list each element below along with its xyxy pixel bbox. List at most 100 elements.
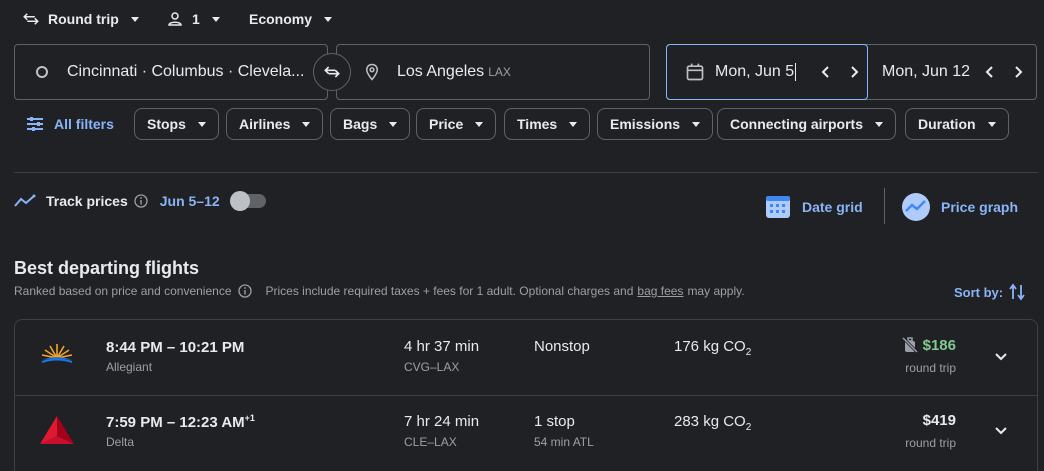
airline-name: Allegiant bbox=[106, 360, 153, 374]
track-prices-row: Track prices Jun 5–12 bbox=[14, 190, 266, 212]
section-title: Best departing flights bbox=[14, 258, 200, 278]
origin-field[interactable]: Cincinnati · Columbus · Clevela... bbox=[14, 44, 328, 100]
depart-date-text: Mon, Jun 5 bbox=[715, 63, 797, 81]
filter-chip-label: Price bbox=[429, 116, 464, 132]
emissions-value: 176 kg CO bbox=[674, 338, 746, 355]
caret-down-icon bbox=[987, 121, 996, 127]
destination-text: Los Angeles bbox=[397, 63, 485, 80]
price-graph-icon bbox=[901, 192, 931, 222]
stop-detail: 54 min ATL bbox=[534, 435, 594, 449]
depart-next-button[interactable] bbox=[842, 60, 866, 84]
sort-by-button[interactable]: Sort by: bbox=[954, 283, 1025, 301]
filter-chip-label: Stops bbox=[147, 116, 186, 132]
info-icon[interactable] bbox=[237, 284, 252, 298]
caret-down-icon bbox=[324, 16, 333, 22]
bag-fees-link[interactable]: bag fees bbox=[637, 284, 683, 298]
track-prices-label: Track prices bbox=[46, 193, 128, 209]
toggle-knob bbox=[229, 191, 250, 211]
flight-time: 8:44 PM – 10:21 PM bbox=[106, 338, 244, 356]
filter-chip-price[interactable]: Price bbox=[416, 108, 497, 140]
filter-chip-bags[interactable]: Bags bbox=[330, 108, 411, 140]
destination-code: LAX bbox=[488, 65, 511, 79]
trend-line-icon bbox=[14, 194, 36, 208]
emissions-subscript: 2 bbox=[745, 347, 752, 358]
filter-chip-label: Duration bbox=[918, 116, 976, 132]
caret-down-icon bbox=[569, 121, 578, 127]
chevron-right-icon bbox=[851, 66, 859, 78]
flight-row-allegiant[interactable] bbox=[14, 320, 1038, 395]
filter-sliders-icon bbox=[26, 116, 44, 132]
flight-time: 7:59 PM – 12:23 AM+1 bbox=[106, 413, 255, 431]
flight-duration: 4 hr 37 min bbox=[404, 338, 480, 355]
price-note: round trip bbox=[905, 361, 956, 375]
trip-type-select[interactable]: Round trip bbox=[22, 8, 139, 30]
flight-duration: 7 hr 24 min bbox=[404, 413, 480, 430]
section-divider bbox=[14, 172, 1038, 173]
day-offset: +1 bbox=[244, 413, 255, 423]
caret-down-icon bbox=[389, 121, 398, 127]
all-filters-label: All filters bbox=[54, 116, 114, 132]
flight-route: CVG–LAX bbox=[404, 360, 460, 374]
swap-origin-destination-button[interactable] bbox=[313, 53, 351, 91]
flight-time-text: 7:59 PM – 12:23 AM bbox=[106, 414, 245, 431]
taxes-post-text: may apply. bbox=[687, 284, 745, 298]
flight-price: $419 bbox=[922, 412, 956, 429]
info-icon[interactable] bbox=[134, 194, 148, 208]
flight-emissions: 176 kg CO2 bbox=[674, 338, 751, 358]
return-date-text: Mon, Jun 12 bbox=[882, 63, 971, 80]
filter-chip-label: Bags bbox=[343, 116, 378, 132]
filter-chip-emissions[interactable]: Emissions bbox=[597, 108, 714, 140]
return-date-field[interactable]: Mon, Jun 12 bbox=[868, 44, 1037, 100]
no-carry-on-bag-icon bbox=[901, 336, 919, 354]
depart-prev-button[interactable] bbox=[814, 60, 838, 84]
flight-emissions: 283 kg CO2 bbox=[674, 413, 751, 433]
flight-stops: Nonstop bbox=[534, 338, 590, 355]
person-icon bbox=[166, 10, 184, 28]
caret-down-icon bbox=[475, 121, 484, 127]
expand-flight-button[interactable] bbox=[990, 420, 1012, 442]
price-graph-label: Price graph bbox=[941, 199, 1019, 215]
chevron-left-icon bbox=[821, 66, 829, 78]
return-next-button[interactable] bbox=[1006, 60, 1030, 84]
filter-chip-airlines[interactable]: Airlines bbox=[226, 108, 324, 140]
chevron-left-icon bbox=[985, 66, 993, 78]
flight-time-text: 8:44 PM – 10:21 PM bbox=[106, 339, 245, 356]
swap-arrows-icon bbox=[322, 62, 342, 82]
date-grid-button[interactable]: Date grid bbox=[764, 190, 863, 224]
chevron-down-icon bbox=[995, 353, 1007, 361]
chevron-right-icon bbox=[1015, 66, 1023, 78]
filter-chip-label: Connecting airports bbox=[730, 116, 864, 132]
track-prices-toggle[interactable] bbox=[229, 191, 266, 211]
destination-field[interactable]: Los Angeles LAX bbox=[336, 44, 650, 100]
taxes-text: Prices include required taxes + fees for… bbox=[265, 284, 634, 298]
price-graph-button[interactable]: Price graph bbox=[901, 190, 1018, 224]
calendar-icon bbox=[685, 62, 705, 82]
filter-chip-label: Emissions bbox=[610, 116, 681, 132]
cabin-select[interactable]: Economy bbox=[249, 8, 333, 30]
airline-name: Delta bbox=[106, 435, 135, 449]
caret-down-icon bbox=[130, 16, 139, 22]
price-block: $186 bbox=[901, 336, 956, 354]
date-grid-label: Date grid bbox=[802, 199, 863, 215]
passengers-select[interactable]: 1 bbox=[166, 8, 220, 30]
flight-price: $186 bbox=[922, 336, 956, 354]
allegiant-logo-icon bbox=[40, 340, 74, 368]
all-filters-button[interactable]: All filters bbox=[26, 108, 114, 140]
origin-circle-icon bbox=[35, 65, 49, 79]
filter-chip-stops[interactable]: Stops bbox=[134, 108, 219, 140]
caret-down-icon bbox=[211, 16, 220, 22]
return-prev-button[interactable] bbox=[978, 60, 1002, 84]
filter-chip-connecting-airports[interactable]: Connecting airports bbox=[717, 108, 897, 140]
expand-flight-button[interactable] bbox=[990, 346, 1012, 368]
sort-by-label: Sort by: bbox=[954, 284, 1004, 300]
filter-chip-label: Airlines bbox=[239, 116, 291, 132]
filter-chip-duration[interactable]: Duration bbox=[905, 108, 1009, 140]
sort-arrows-icon bbox=[1009, 283, 1025, 301]
price-note: round trip bbox=[905, 436, 956, 450]
flight-row-delta[interactable] bbox=[14, 396, 1038, 471]
filter-chip-times[interactable]: Times bbox=[504, 108, 591, 140]
depart-date-field[interactable]: Mon, Jun 5 bbox=[666, 44, 868, 100]
section-subtitle: Ranked based on price and convenience Pr… bbox=[14, 284, 745, 298]
caret-down-icon bbox=[197, 121, 206, 127]
passengers-count: 1 bbox=[192, 11, 200, 27]
